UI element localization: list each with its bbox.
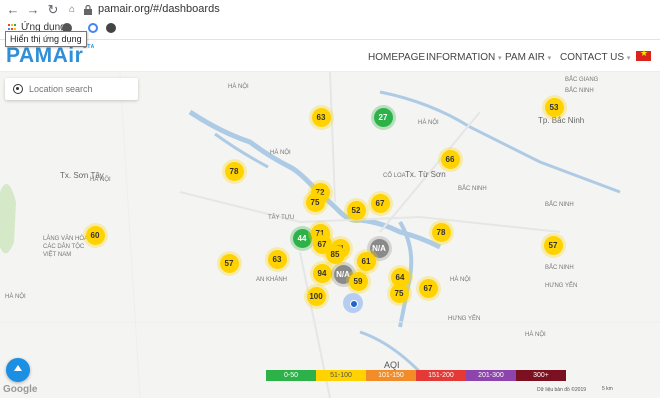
- aqi-marker[interactable]: 100: [306, 286, 326, 306]
- aqi-marker[interactable]: 63: [311, 107, 331, 127]
- aqi-marker[interactable]: 61: [356, 251, 376, 271]
- address-bar[interactable]: pamair.org/#/dashboards: [84, 2, 644, 19]
- url-text: pamair.org/#/dashboards: [98, 3, 220, 15]
- google-logo: Google: [3, 384, 38, 395]
- aqi-legend-title: AQI: [384, 360, 400, 370]
- place-label: HÀ NỘI: [228, 84, 249, 90]
- aqi-marker[interactable]: 63: [267, 249, 287, 269]
- google-bookmark-icon[interactable]: [88, 23, 98, 33]
- place-label: BẮC NINH: [458, 186, 487, 192]
- legend-item: 201-300: [466, 370, 516, 381]
- aqi-marker[interactable]: 57: [543, 235, 563, 255]
- location-search-input[interactable]: [29, 82, 133, 96]
- legend-item: 0-50: [266, 370, 316, 381]
- place-label: BẮC NINH: [545, 265, 574, 271]
- aqi-marker[interactable]: 94: [312, 263, 332, 283]
- map-attribution: Dữ liệu bản đồ ©2019: [537, 387, 587, 393]
- place-label: HÀ NỘI: [5, 294, 26, 300]
- nav-contact-us[interactable]: CONTACT US ▾: [560, 52, 630, 63]
- aqi-marker[interactable]: 60: [85, 225, 105, 245]
- aqi-map[interactable]: HÀ NỘI HÀ NỘI HÀ NỘI HÀ NỘI HÀ NỘI HÀ NỘ…: [0, 72, 660, 398]
- aqi-marker[interactable]: 66: [440, 149, 460, 169]
- github-bookmark-icon[interactable]: [106, 23, 116, 33]
- nav-information[interactable]: INFORMATION ▾: [426, 52, 502, 63]
- place-label: CỔ LOA: [383, 173, 406, 179]
- bookmarks-bar: Ứng dụng: [0, 20, 660, 36]
- chevron-up-icon: [14, 365, 22, 371]
- aqi-marker[interactable]: 67: [370, 193, 390, 213]
- place-label: AN KHÁNH: [256, 277, 288, 283]
- pamair-logo[interactable]: PAMAirĐTA: [6, 44, 95, 68]
- place-label: HÀ NỘI: [525, 332, 546, 338]
- location-search-box[interactable]: [5, 78, 138, 100]
- place-label: BẮC NINH: [565, 88, 594, 94]
- nav-pam-air[interactable]: PAM AIR ▾: [505, 52, 551, 63]
- chevron-down-icon: ▾: [547, 55, 552, 62]
- site-header: PAMAirĐTA HOMEPAGE INFORMATION ▾ PAM AIR…: [0, 40, 660, 72]
- aqi-marker[interactable]: 59: [348, 271, 368, 291]
- scroll-up-button[interactable]: [6, 358, 30, 382]
- legend-item: 51-100: [316, 370, 366, 381]
- aqi-marker[interactable]: 57: [219, 253, 239, 273]
- reload-icon[interactable]: ↻: [46, 3, 60, 17]
- place-label: HƯNG YÊN: [545, 283, 578, 289]
- aqi-marker[interactable]: 53: [544, 97, 564, 117]
- place-label: LÀNG VĂN HÓA CÁC DÂN TỘC VIỆT NAM: [43, 236, 88, 258]
- place-label: HÀ NỘI: [418, 120, 439, 126]
- aqi-marker[interactable]: 75: [389, 283, 409, 303]
- place-label: TÂY TỰU: [268, 215, 295, 221]
- place-label: Tx. Sơn Tây: [60, 171, 104, 180]
- aqi-marker[interactable]: 52: [346, 200, 366, 220]
- legend-item: 101-150: [366, 370, 416, 381]
- aqi-marker[interactable]: 67: [418, 278, 438, 298]
- aqi-marker[interactable]: 27: [373, 107, 393, 127]
- place-label: Tx. Từ Sơn: [405, 170, 446, 179]
- map-scale: 5 km: [602, 386, 613, 392]
- aqi-marker[interactable]: 78: [431, 222, 451, 242]
- place-label: Tp. Bắc Ninh: [538, 116, 585, 125]
- back-arrow-icon[interactable]: ←: [6, 3, 20, 17]
- aqi-legend: 0-50 51-100 101-150 151-200 201-300 300+: [266, 370, 566, 381]
- chevron-down-icon: ▾: [626, 55, 631, 62]
- aqi-marker[interactable]: 44: [292, 228, 312, 248]
- vietnam-flag-icon[interactable]: ★: [636, 48, 651, 61]
- home-icon[interactable]: ⌂: [65, 3, 79, 17]
- browser-chrome: ← → ↻ ⌂ pamair.org/#/dashboards Ứng dụng: [0, 0, 660, 40]
- apps-tooltip: Hiển thị ứng dụng: [5, 31, 87, 47]
- forward-arrow-icon[interactable]: →: [26, 3, 40, 17]
- place-label: HƯNG YÊN: [448, 316, 481, 322]
- place-label: BẮC NINH: [545, 202, 574, 208]
- place-label: HÀ NỘI: [450, 277, 471, 283]
- current-location-marker: [343, 293, 363, 313]
- legend-item: 151-200: [416, 370, 466, 381]
- aqi-marker[interactable]: 78: [224, 161, 244, 181]
- aqi-marker[interactable]: 75: [305, 192, 325, 212]
- nav-homepage[interactable]: HOMEPAGE: [368, 52, 425, 63]
- lock-icon: [84, 5, 92, 15]
- my-location-icon[interactable]: [13, 84, 23, 94]
- legend-item: 300+: [516, 370, 566, 381]
- aqi-marker[interactable]: 85: [325, 244, 345, 264]
- place-label: BẮC GIANG: [565, 77, 599, 83]
- chevron-down-icon: ▾: [498, 55, 502, 62]
- place-label: HÀ NỘI: [270, 150, 291, 156]
